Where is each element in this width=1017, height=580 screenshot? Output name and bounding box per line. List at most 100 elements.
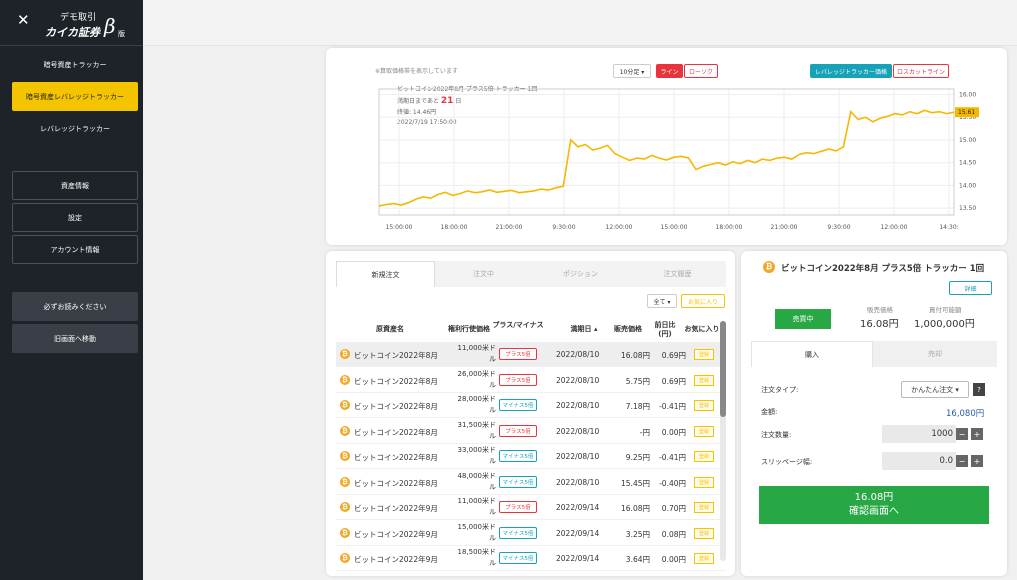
row-change: -0.41円 (659, 453, 686, 462)
sidebar-item-assets[interactable]: 資産情報 (12, 171, 138, 200)
row-expiry: 2022/08/10 (556, 401, 600, 410)
row-type-badge: プラス5倍 (499, 373, 537, 386)
row-name: ビットコイン2022年8月 (354, 453, 438, 462)
row-strike: 15,000米ドル (457, 522, 497, 542)
favorite-button[interactable]: 登録 (694, 400, 714, 411)
quantity-minus-button[interactable]: − (956, 428, 968, 440)
row-change: 0.69円 (661, 376, 686, 386)
row-price: 15.45円 (621, 478, 650, 488)
confirm-price: 16.08円 (854, 492, 894, 503)
sidebar-item-old-screen[interactable]: 旧画面へ移動 (12, 324, 138, 353)
sidebar-item-leverage-tracker[interactable]: レバレッジトラッカー (12, 114, 138, 143)
slippage-minus-button[interactable]: − (956, 455, 968, 467)
quantity-input[interactable]: 1000 (882, 425, 956, 443)
price-line (378, 109, 955, 207)
y-tick-label: 14.00 (959, 182, 976, 189)
favorite-button[interactable]: 登録 (694, 502, 714, 513)
sidebar-item-account[interactable]: アカウント情報 (12, 235, 138, 264)
tab-open-orders[interactable]: 注文中 (435, 261, 532, 287)
row-strike: 11,000米ドル (457, 344, 497, 363)
tab-buy[interactable]: 購入 (751, 341, 873, 367)
scrollbar-thumb[interactable] (720, 321, 726, 417)
filter-favorites-button[interactable]: お気に入り (681, 294, 725, 308)
row-type-badge: マイナス5倍 (499, 552, 537, 564)
tab-sell[interactable]: 売却 (873, 341, 997, 367)
favorite-button[interactable]: 登録 (694, 425, 714, 437)
table-row[interactable]: ₿ ビットコイン2022年8月 26,000米ドル プラス5倍 2022/08/10 5.… (336, 368, 726, 393)
row-name: ビットコイン2022年8月 (354, 402, 438, 411)
row-change: -0.41円 (659, 402, 686, 411)
row-expiry: 2022/09/14 (556, 528, 600, 538)
col-expiry[interactable]: 満期日 ▴ (562, 325, 606, 334)
row-strike: 18,500米ドル (457, 548, 497, 567)
sidebar-item-settings[interactable]: 設定 (12, 203, 138, 232)
col-price[interactable]: 販売価格 (610, 325, 646, 334)
order-type-label: 注文タイプ: (761, 386, 799, 394)
table-row[interactable]: ₿ ビットコイン2022年8月 31,500米ドル プラス5倍 2022/08/10 -円… (336, 419, 726, 444)
col-underlying[interactable]: 原資産名 (370, 325, 410, 334)
plot-area (378, 88, 955, 216)
row-change: 0.00円 (661, 427, 686, 437)
close-icon[interactable]: ✕ (17, 13, 30, 28)
table-row[interactable]: ₿ ビットコイン2022年8月 33,000米ドル マイナス5倍 2022/08/10 9… (336, 444, 726, 469)
logo-demo-label: デモ取引 (60, 13, 97, 23)
table-row[interactable]: ₿ ビットコイン2022年8月 48,000米ドル マイナス5倍 2022/08/10 1… (336, 470, 726, 495)
row-price: 5.75円 (625, 376, 650, 386)
table-row[interactable]: ₿ ビットコイン2022年9月 11,000米ドル プラス5倍 2022/09/14 16… (336, 495, 726, 520)
col-strike[interactable]: 権利行使価格 (444, 325, 494, 334)
col-change[interactable]: 前日比(円) (650, 321, 680, 339)
x-tick-label: 18:00:00 (441, 224, 468, 231)
row-expiry: 2022/08/10 (556, 452, 600, 461)
confirm-button[interactable]: 16.08円 確認画面へ (759, 486, 989, 524)
table-row[interactable]: ₿ ビットコイン2022年9月 15,000米ドル マイナス5倍 2022/09/14 3… (336, 521, 726, 546)
order-type-select[interactable]: かんたん注文 ▾ (901, 381, 969, 398)
x-tick-label: 21:00:00 (771, 224, 798, 231)
row-expiry: 2022/08/10 (556, 426, 600, 436)
row-name: ビットコイン2022年8月 (354, 351, 438, 360)
table-scrollbar[interactable] (720, 321, 726, 561)
slippage-input[interactable]: 0.0 (882, 452, 956, 470)
favorite-button[interactable]: 登録 (694, 553, 714, 564)
x-tick-label: 9:30:00 (552, 224, 575, 231)
tab-order-history[interactable]: 注文履歴 (629, 261, 726, 287)
favorite-button[interactable]: 登録 (694, 451, 714, 462)
row-name: ビットコイン2022年9月 (354, 529, 438, 539)
table-row[interactable]: ₿ ビットコイン2022年8月 11,000米ドル プラス5倍 2022/08/10 16… (336, 342, 726, 367)
x-tick-label: 12:00:00 (606, 224, 633, 231)
sidebar-item-crypto-leverage-tracker[interactable]: 暗号資産レバレッジトラッカー (12, 82, 138, 111)
favorite-button[interactable]: 登録 (694, 476, 714, 488)
quantity-plus-button[interactable]: + (971, 428, 983, 440)
price-chart: 16.0015.5015.0014.5014.0013.5015:00:00 18… (378, 88, 979, 231)
table-row[interactable]: ₿ ビットコイン2022年9月 18,500米ドル マイナス5倍 2022/09/14 3… (336, 546, 726, 571)
tab-positions[interactable]: ポジション (532, 261, 629, 287)
row-change: 0.08円 (661, 529, 686, 539)
bitcoin-icon: ₿ (340, 527, 350, 538)
row-expiry: 2022/08/10 (556, 477, 600, 487)
detail-panel: ₿ ビットコイン2022年8月 プラス5倍 トラッカー 1回 詳細 売買中 販売… (741, 251, 1007, 576)
table-row[interactable]: ₿ ビットコイン2022年8月 28,000米ドル マイナス5倍 2022/08/10 7… (336, 393, 726, 418)
sidebar-item-must-read[interactable]: 必ずお読みください (12, 292, 138, 321)
col-plus-minus[interactable]: プラス/マイナス (492, 321, 544, 330)
slippage-plus-button[interactable]: + (971, 455, 983, 467)
row-price: 16.08円 (621, 351, 650, 360)
row-type-badge: プラス5倍 (499, 424, 537, 437)
bitcoin-icon: ₿ (340, 349, 350, 359)
row-price: 16.08円 (621, 504, 650, 513)
bitcoin-icon: ₿ (340, 476, 350, 487)
help-icon[interactable]: ? (973, 383, 985, 396)
favorite-button[interactable]: 登録 (694, 374, 714, 386)
confirm-text: 確認画面へ (849, 506, 899, 517)
row-price: 3.25円 (625, 529, 650, 539)
sell-price-value: 16.08円 (860, 319, 899, 330)
col-favorite[interactable]: お気に入り (682, 325, 722, 334)
filter-all-select[interactable]: 全て ▾ (647, 294, 677, 308)
row-name: ビットコイン2022年8月 (354, 478, 438, 488)
bitcoin-icon: ₿ (763, 261, 775, 273)
sidebar-item-crypto-tracker[interactable]: 暗号資産トラッカー (12, 50, 138, 79)
sidebar: ✕ デモ取引 カイカ証券 β 版 暗号資産トラッカー 暗号資産レバレッジトラッカ… (0, 0, 143, 580)
favorite-button[interactable]: 登録 (694, 349, 714, 360)
row-change: 0.69円 (661, 351, 686, 360)
detail-button[interactable]: 詳細 (949, 281, 992, 295)
favorite-button[interactable]: 登録 (694, 527, 714, 539)
tab-new-order[interactable]: 新規注文 (336, 261, 435, 287)
